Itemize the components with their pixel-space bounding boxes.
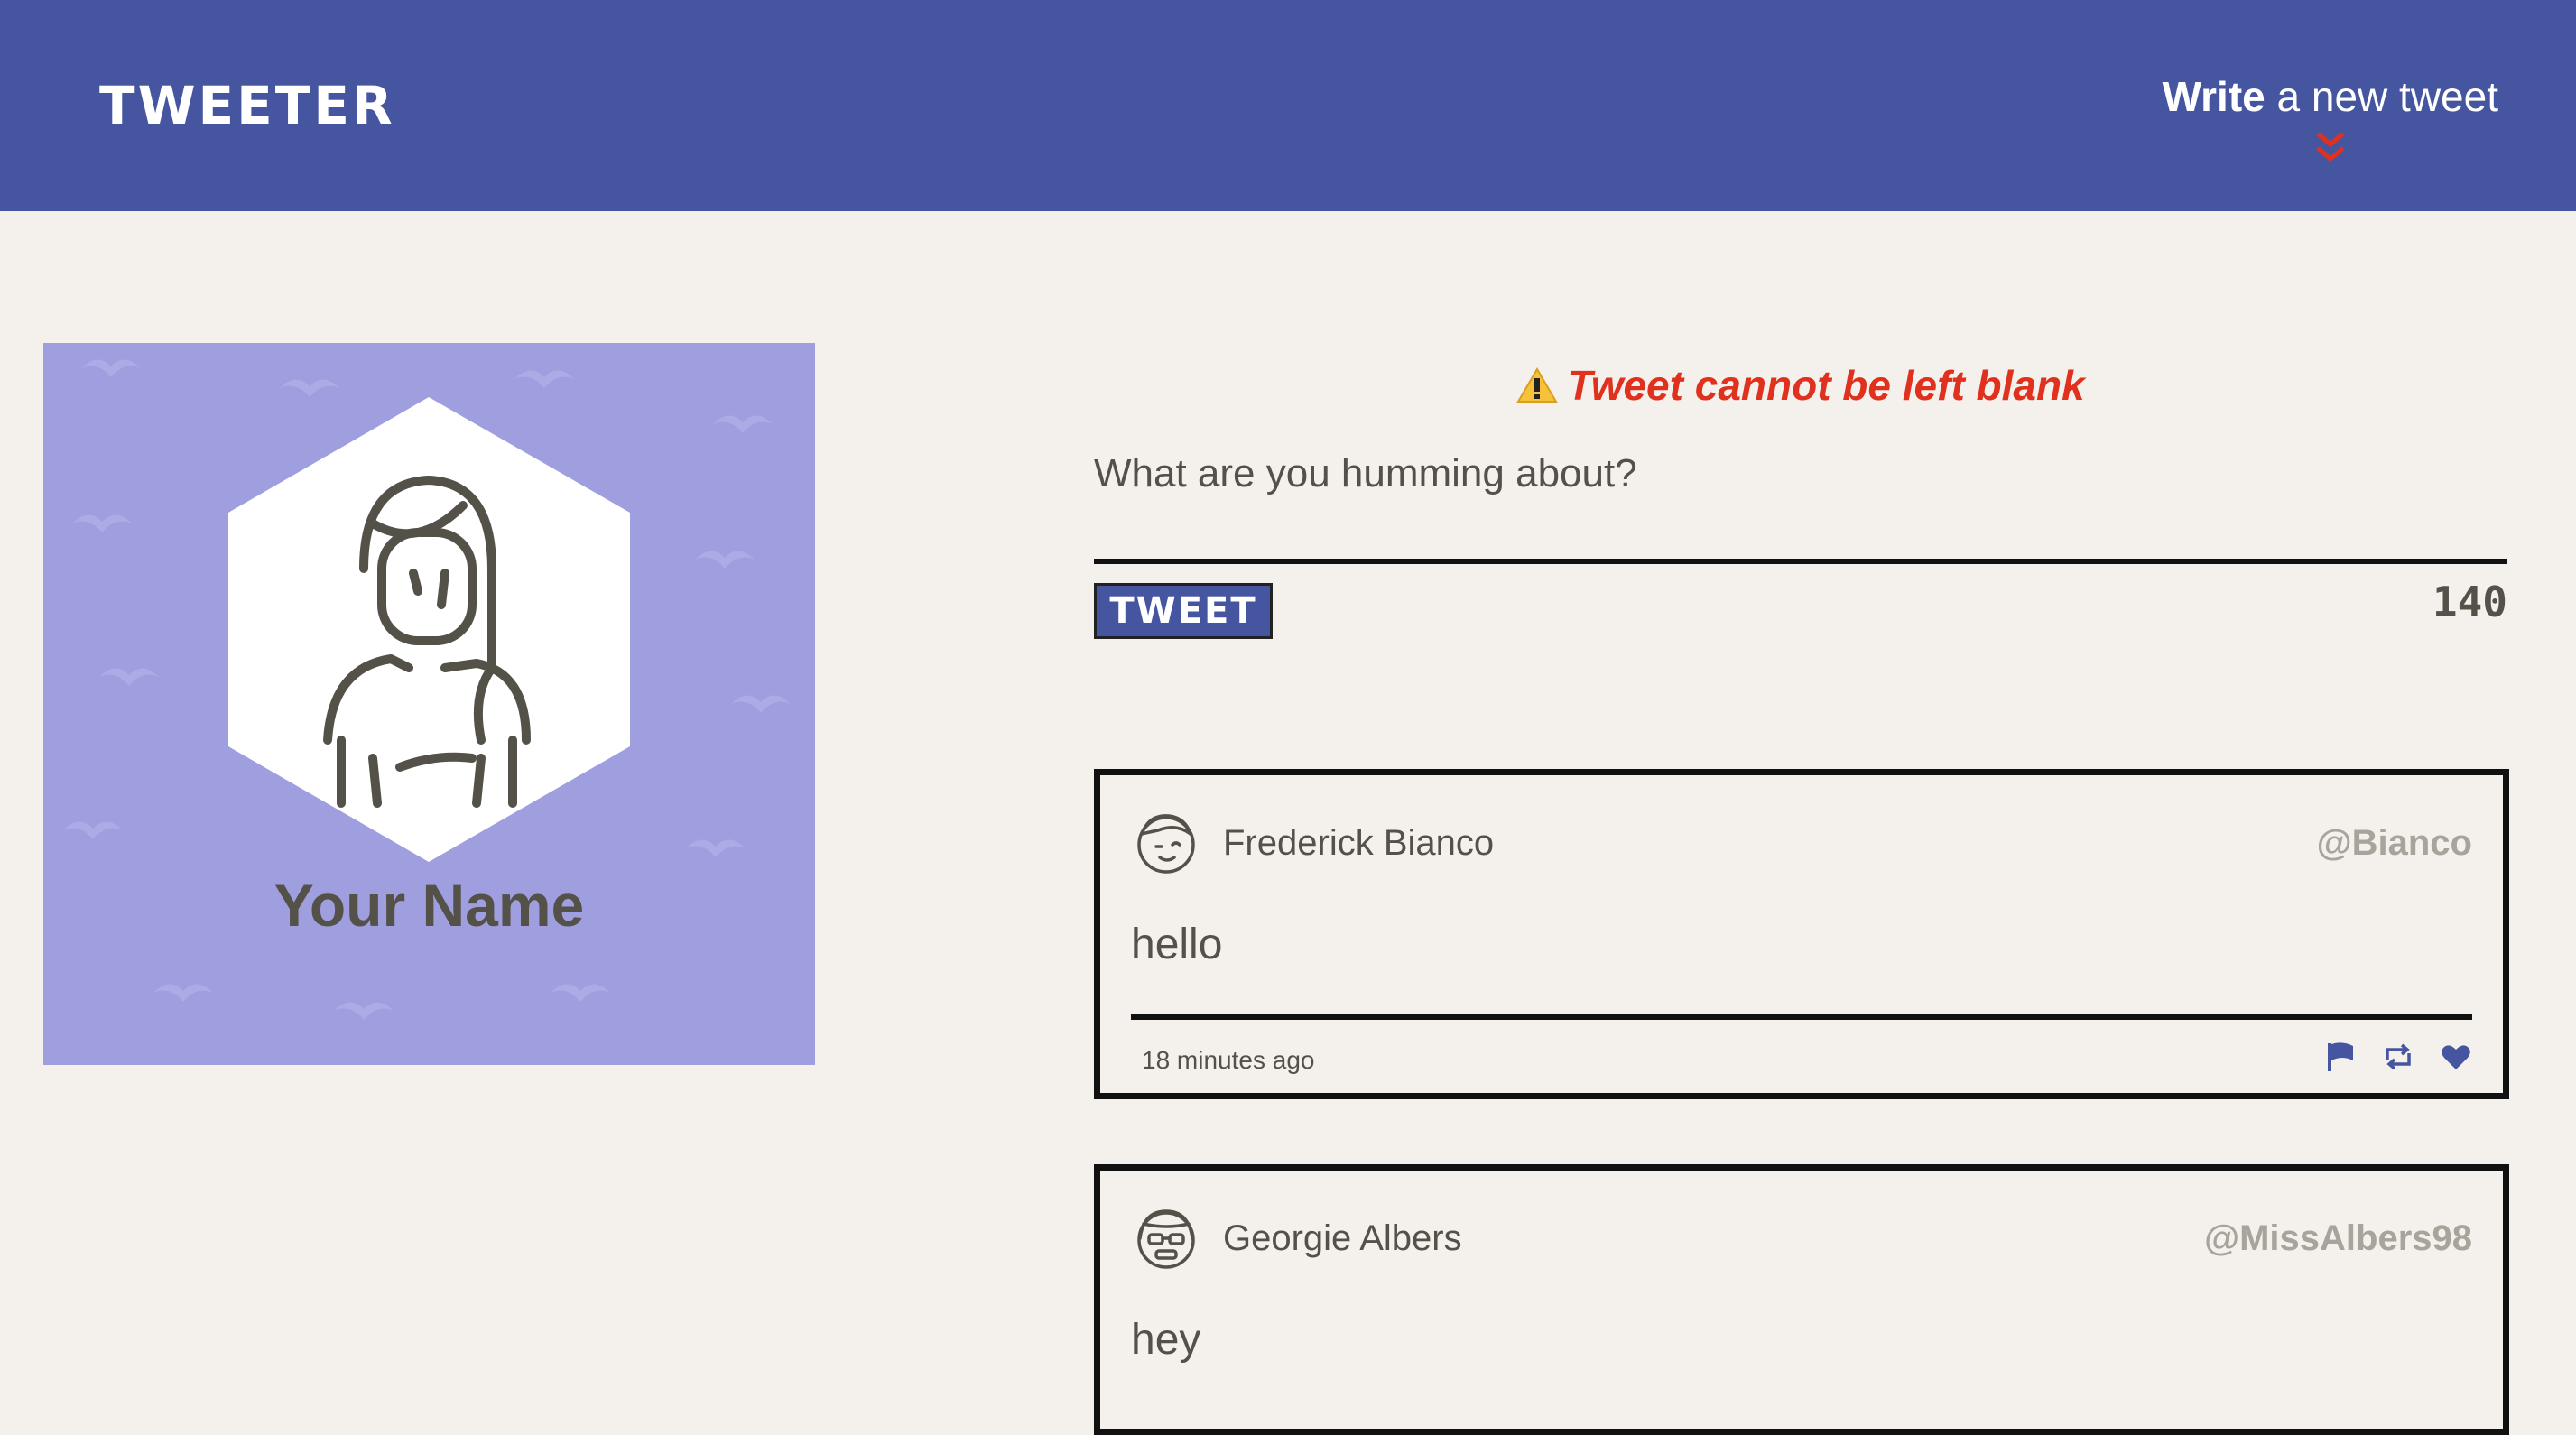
tweet-content: hello [1131, 921, 1223, 968]
error-message: Tweet cannot be left blank [1094, 361, 2507, 410]
write-bold-label: Write [2162, 73, 2266, 120]
bird-pattern-icon [695, 551, 755, 569]
bird-pattern-icon [153, 984, 213, 1002]
double-chevron-down-icon[interactable] [2312, 130, 2349, 166]
tweet-submit-button[interactable]: TWEET [1094, 583, 1273, 639]
tweet-card: Frederick Bianco @Bianco hello 18 minute… [1094, 769, 2509, 1099]
profile-avatar [228, 397, 630, 862]
bird-pattern-icon [72, 514, 132, 532]
tweet-textarea[interactable] [1094, 451, 2507, 564]
bird-pattern-icon [99, 668, 159, 686]
profile-card: Your Name [43, 343, 815, 1065]
warning-icon [1516, 367, 1559, 403]
tweet-header: Georgie Albers @MissAlbers98 [1131, 1198, 2472, 1279]
tweet-card: Georgie Albers @MissAlbers98 hey [1094, 1164, 2509, 1435]
tweet-content: hey [1131, 1316, 1201, 1364]
bird-pattern-icon [81, 359, 141, 377]
tweet-handle: @MissAlbers98 [2204, 1217, 2472, 1258]
user-avatar-icon [1137, 1209, 1195, 1269]
write-new-tweet-label: Write a new tweet [2163, 72, 2498, 121]
tweet-author: Georgie Albers [1223, 1217, 1462, 1258]
bird-pattern-icon [514, 370, 574, 388]
write-new-tweet-toggle[interactable]: Write a new tweet [2163, 72, 2498, 166]
tweet-handle: @Bianco [2316, 822, 2472, 863]
tweet-author: Frederick Bianco [1223, 822, 1495, 863]
bird-pattern-icon [731, 695, 791, 713]
error-text: Tweet cannot be left blank [1567, 362, 2085, 409]
flag-icon[interactable] [2324, 1041, 2357, 1073]
heart-icon[interactable] [2440, 1041, 2472, 1073]
bird-pattern-icon [334, 1002, 394, 1020]
top-nav: TWEETER Write a new tweet [0, 0, 2576, 211]
tweet-header: Frederick Bianco @Bianco [1131, 802, 2472, 884]
bird-pattern-icon [551, 984, 610, 1002]
retweet-icon[interactable] [2382, 1041, 2414, 1073]
brand-logo[interactable]: TWEETER [99, 75, 395, 136]
tweet-actions [2324, 1041, 2472, 1073]
bird-pattern-icon [713, 415, 773, 433]
user-avatar-icon [1137, 814, 1195, 874]
bird-pattern-icon [63, 821, 123, 839]
bird-pattern-icon [686, 839, 746, 857]
profile-name: Your Name [273, 872, 585, 939]
write-rest-label: a new tweet [2265, 73, 2499, 120]
character-counter: 140 [2432, 578, 2507, 626]
tweet-divider [1131, 1014, 2472, 1020]
tweet-timestamp: 18 minutes ago [1142, 1046, 1315, 1074]
